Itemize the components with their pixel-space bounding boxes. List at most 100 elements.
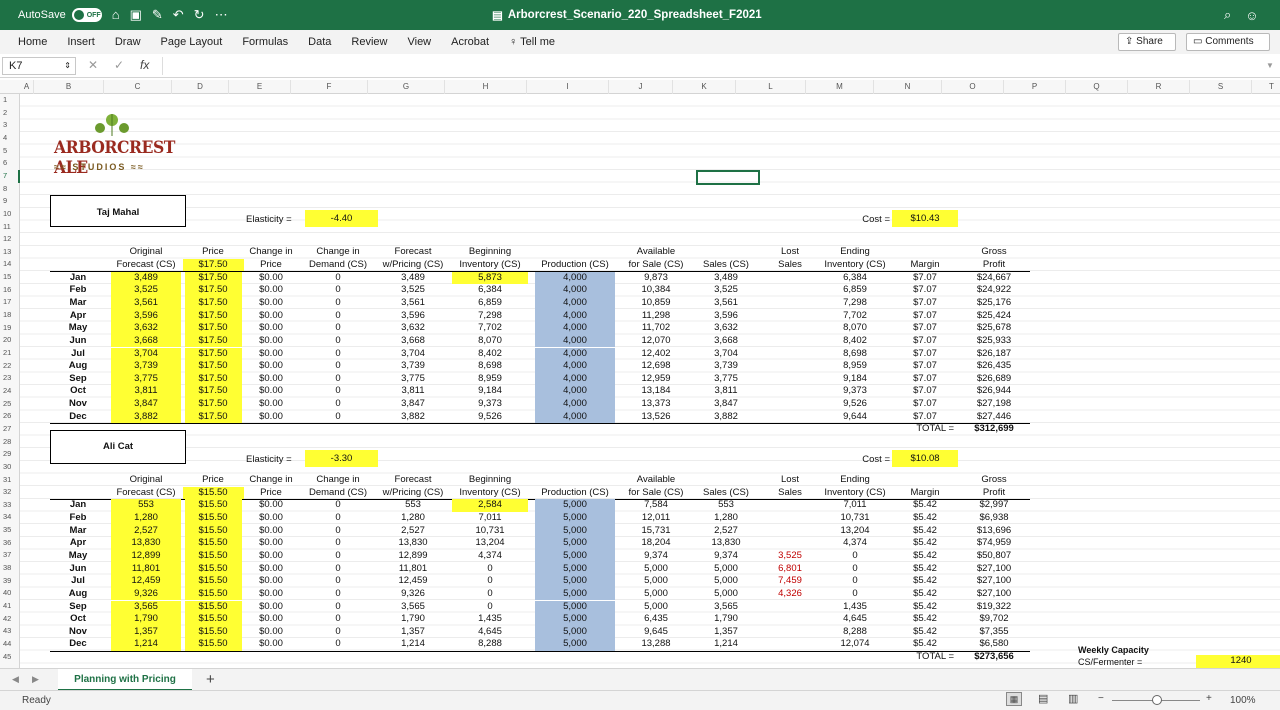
cell-change-in-demand[interactable]: 0 bbox=[303, 297, 373, 309]
column-header-j[interactable]: J bbox=[609, 80, 673, 94]
cell-margin[interactable]: $7.07 bbox=[896, 335, 954, 347]
cell-month[interactable]: Aug bbox=[49, 360, 107, 372]
cell-month[interactable]: Oct bbox=[49, 385, 107, 397]
cell-gross-profit[interactable]: $27,100 bbox=[962, 575, 1026, 587]
cell-lost-sales[interactable]: 7,459 bbox=[761, 575, 819, 587]
cell-original-forecast[interactable]: 9,326 bbox=[111, 587, 181, 601]
column-header-n[interactable]: N bbox=[874, 80, 942, 94]
cell-price[interactable]: $15.50 bbox=[184, 524, 242, 538]
save-icon[interactable]: ▣ bbox=[130, 7, 142, 23]
cell-change-in-demand[interactable]: 0 bbox=[303, 322, 373, 334]
cell-change-in-demand[interactable]: 0 bbox=[303, 411, 373, 423]
cell-gross-profit[interactable]: $27,100 bbox=[962, 588, 1026, 600]
cell-ending-inventory[interactable]: 9,373 bbox=[820, 385, 890, 397]
cell-forecast-with-pricing[interactable]: 3,632 bbox=[375, 322, 451, 334]
cell-gross-profit[interactable]: $24,667 bbox=[962, 272, 1026, 284]
cell-margin[interactable]: $7.07 bbox=[896, 373, 954, 385]
row-header[interactable]: 43 bbox=[0, 625, 20, 638]
sheet-grid[interactable]: ARBORCREST ALE ≈≈ STUDIOS ≈≈ Taj Mahal E… bbox=[20, 94, 1280, 668]
cell-gross-profit[interactable]: $2,997 bbox=[962, 499, 1026, 511]
cell-month[interactable]: Aug bbox=[49, 588, 107, 600]
cell-ending-inventory[interactable]: 0 bbox=[820, 575, 890, 587]
cell-forecast-with-pricing[interactable]: 1,357 bbox=[375, 626, 451, 638]
column-header-k[interactable]: K bbox=[673, 80, 736, 94]
cell-ending-inventory[interactable]: 7,702 bbox=[820, 310, 890, 322]
account-icon[interactable]: ☺ bbox=[1245, 8, 1258, 23]
cell-margin[interactable]: $5.42 bbox=[896, 499, 954, 511]
cell-price[interactable]: $15.50 bbox=[184, 511, 242, 525]
cell-production[interactable]: 4,000 bbox=[535, 385, 615, 399]
cell-sales[interactable]: 3,632 bbox=[697, 322, 755, 334]
column-header-f[interactable]: F bbox=[291, 80, 368, 94]
cell-sales[interactable]: 3,739 bbox=[697, 360, 755, 372]
cell-margin[interactable]: $5.42 bbox=[896, 613, 954, 625]
cell-sales[interactable]: 9,374 bbox=[697, 550, 755, 562]
tab-acrobat[interactable]: Acrobat bbox=[443, 30, 497, 54]
row-header[interactable]: 45 bbox=[0, 651, 20, 664]
zoom-slider-thumb[interactable] bbox=[1152, 695, 1162, 705]
cell-original-forecast[interactable]: 3,811 bbox=[111, 385, 181, 399]
elasticity-value[interactable]: -4.40 bbox=[305, 210, 378, 227]
cell-production[interactable]: 5,000 bbox=[535, 524, 615, 538]
cell-gross-profit[interactable]: $26,435 bbox=[962, 360, 1026, 372]
cell-beginning-inventory[interactable]: 7,011 bbox=[452, 512, 528, 524]
cell-price[interactable]: $17.50 bbox=[184, 398, 242, 411]
cell-margin[interactable]: $7.07 bbox=[896, 411, 954, 423]
cell-production[interactable]: 4,000 bbox=[535, 347, 615, 361]
cell-production[interactable]: 5,000 bbox=[535, 562, 615, 576]
cell-price[interactable]: $17.50 bbox=[184, 296, 242, 310]
cell-ending-inventory[interactable]: 10,731 bbox=[820, 512, 890, 524]
cell-original-forecast[interactable]: 553 bbox=[111, 499, 181, 512]
cell-available-for-sale[interactable]: 5,000 bbox=[615, 563, 697, 575]
row-header[interactable]: 2 bbox=[0, 107, 20, 120]
row-header[interactable]: 9 bbox=[0, 195, 20, 208]
cell-original-forecast[interactable]: 3,668 bbox=[111, 334, 181, 348]
cell-available-for-sale[interactable]: 10,859 bbox=[615, 297, 697, 309]
normal-view-icon[interactable]: ▦ bbox=[1006, 692, 1022, 706]
tab-review[interactable]: Review bbox=[343, 30, 395, 54]
cell-available-for-sale[interactable]: 15,731 bbox=[615, 525, 697, 537]
cell-margin[interactable]: $7.07 bbox=[896, 348, 954, 360]
cell-change-in-price[interactable]: $0.00 bbox=[242, 550, 300, 562]
cell-sales[interactable]: 3,668 bbox=[697, 335, 755, 347]
cell-change-in-demand[interactable]: 0 bbox=[303, 563, 373, 575]
cell-ending-inventory[interactable]: 0 bbox=[820, 550, 890, 562]
cell-available-for-sale[interactable]: 12,959 bbox=[615, 373, 697, 385]
cell-forecast-with-pricing[interactable]: 1,790 bbox=[375, 613, 451, 625]
cell-beginning-inventory[interactable]: 7,298 bbox=[452, 310, 528, 322]
cell-change-in-demand[interactable]: 0 bbox=[303, 373, 373, 385]
cell-beginning-inventory[interactable]: 8,070 bbox=[452, 335, 528, 347]
cell-forecast-with-pricing[interactable]: 3,704 bbox=[375, 348, 451, 360]
row-header[interactable]: 35 bbox=[0, 524, 20, 537]
column-header-e[interactable]: E bbox=[229, 80, 291, 94]
formula-input[interactable] bbox=[162, 57, 1262, 75]
cell-available-for-sale[interactable]: 13,184 bbox=[615, 385, 697, 397]
row-header[interactable]: 40 bbox=[0, 587, 20, 600]
column-header-t[interactable]: T bbox=[1252, 80, 1280, 94]
cell-month[interactable]: Oct bbox=[49, 613, 107, 625]
cell-available-for-sale[interactable]: 13,526 bbox=[615, 411, 697, 423]
cell-forecast-with-pricing[interactable]: 3,565 bbox=[375, 601, 451, 613]
cell-sales[interactable]: 13,830 bbox=[697, 537, 755, 549]
cell-gross-profit[interactable]: $9,702 bbox=[962, 613, 1026, 625]
cell-production[interactable]: 4,000 bbox=[535, 322, 615, 335]
cell-ending-inventory[interactable]: 12,074 bbox=[820, 638, 890, 650]
cell-price[interactable]: $15.50 bbox=[184, 600, 242, 614]
cell-margin[interactable]: $7.07 bbox=[896, 398, 954, 410]
cell-change-in-price[interactable]: $0.00 bbox=[242, 348, 300, 360]
cell-price[interactable]: $15.50 bbox=[184, 587, 242, 601]
cell-month[interactable]: Feb bbox=[49, 284, 107, 296]
zoom-out-icon[interactable]: − bbox=[1098, 693, 1104, 704]
cell-ending-inventory[interactable]: 0 bbox=[820, 588, 890, 600]
cell-ending-inventory[interactable]: 7,298 bbox=[820, 297, 890, 309]
cell-price[interactable]: $15.50 bbox=[184, 549, 242, 563]
cell-beginning-inventory[interactable]: 9,373 bbox=[452, 398, 528, 410]
autosave-toggle[interactable]: OFF bbox=[71, 8, 102, 22]
cell-gross-profit[interactable]: $25,933 bbox=[962, 335, 1026, 347]
row-header[interactable]: 3 bbox=[0, 119, 20, 132]
row-header[interactable]: 16 bbox=[0, 284, 20, 297]
cell-change-in-price[interactable]: $0.00 bbox=[242, 499, 300, 511]
cell-price[interactable]: $17.50 bbox=[184, 385, 242, 399]
cell-ending-inventory[interactable]: 8,698 bbox=[820, 348, 890, 360]
row-header[interactable]: 12 bbox=[0, 233, 20, 246]
